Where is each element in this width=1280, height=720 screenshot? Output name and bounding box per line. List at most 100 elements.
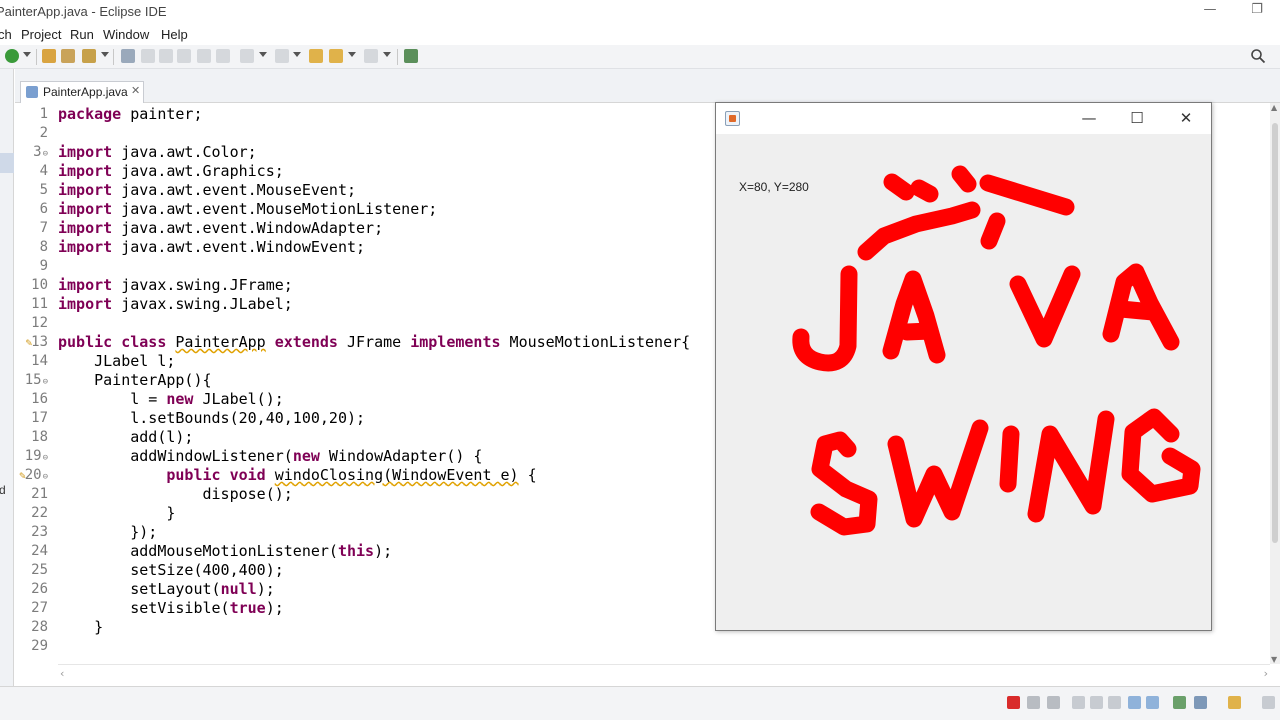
chevron-down-icon[interactable]: [259, 52, 267, 57]
scroll-lock-icon[interactable]: [1090, 696, 1103, 709]
code-text: import java.awt.event.MouseMotionListene…: [58, 200, 438, 218]
paint-stroke: [1112, 300, 1162, 321]
line-number: 18: [31, 429, 48, 445]
restore-button[interactable]: ❐: [1247, 2, 1267, 22]
line-number: 24: [31, 543, 48, 559]
menu-window[interactable]: Window: [103, 27, 149, 42]
edit-icon[interactable]: [141, 49, 155, 63]
open-folder-icon[interactable]: [42, 49, 56, 63]
last-edit-icon[interactable]: [309, 49, 323, 63]
paint-stroke: [883, 173, 915, 201]
code-text: addWindowListener(new WindowAdapter() {: [58, 447, 483, 465]
code-text: public void windoClosing(WindowEvent e) …: [166, 466, 537, 484]
forward-icon[interactable]: [364, 49, 378, 63]
main-toolbar: [0, 45, 1280, 69]
scroll-up-icon[interactable]: ▲: [1271, 103, 1277, 112]
toolbar-separator: [397, 49, 398, 65]
window-title: PainterApp.java - Eclipse IDE: [0, 4, 167, 19]
menu-search[interactable]: ch: [0, 27, 12, 42]
paint-stroke: [810, 431, 878, 536]
chevron-down-icon[interactable]: [383, 52, 391, 57]
remove-launch-icon[interactable]: [1027, 696, 1040, 709]
java-file-icon: [26, 86, 38, 98]
java-app-icon: [725, 111, 740, 126]
paint-stroke: [882, 270, 946, 364]
pin-console-icon[interactable]: [1173, 696, 1186, 709]
pin-icon[interactable]: [121, 49, 135, 63]
line-number: 9: [39, 258, 48, 274]
code-text: PainterApp(){: [58, 371, 212, 389]
chevron-down-icon[interactable]: [23, 52, 31, 57]
next-annotation-icon[interactable]: [240, 49, 254, 63]
display-console-icon[interactable]: [1194, 696, 1207, 709]
vertical-scrollbar[interactable]: ▲ ▼: [1270, 103, 1280, 664]
code-text: JLabel l;: [58, 352, 176, 370]
scroll-left-icon[interactable]: ‹: [60, 667, 64, 680]
line-number: 16: [31, 391, 48, 407]
line-number: 6: [39, 201, 48, 217]
remove-all-icon[interactable]: [1047, 696, 1060, 709]
minimize-button[interactable]: —: [1200, 2, 1220, 22]
line-number: 15⊖: [24, 372, 48, 388]
horizontal-scrollbar[interactable]: ‹ ›: [58, 664, 1270, 682]
line-number: 5: [39, 182, 48, 198]
line-number: 14: [31, 353, 48, 369]
show-stdout-icon[interactable]: [1128, 696, 1141, 709]
new-icon[interactable]: [5, 49, 19, 63]
painter-app-window[interactable]: — ☐ ✕ X=80, Y=280: [715, 102, 1212, 631]
close-icon[interactable]: ✕: [131, 84, 140, 97]
code-text: public class PainterApp extends JFrame i…: [58, 333, 691, 351]
console-toolbar: [0, 686, 1280, 720]
word-wrap-icon[interactable]: [1108, 696, 1121, 709]
clear-console-icon[interactable]: [1072, 696, 1085, 709]
chevron-down-icon[interactable]: [293, 52, 301, 57]
line-number: ✎20⊖: [19, 467, 48, 483]
code-text: l.setBounds(20,40,100,20);: [58, 409, 366, 427]
search-icon[interactable]: [1250, 48, 1266, 64]
chevron-down-icon[interactable]: [101, 52, 109, 57]
line-number: 3⊖: [33, 144, 48, 160]
pilcrow-icon[interactable]: [216, 49, 230, 63]
painter-minimize-button[interactable]: —: [1066, 106, 1112, 131]
show-stderr-icon[interactable]: [1146, 696, 1159, 709]
open-console-icon[interactable]: [1228, 696, 1241, 709]
line-number: 2: [39, 125, 48, 141]
minimize-view-icon[interactable]: [1262, 696, 1275, 709]
code-text: setVisible(true);: [58, 599, 284, 617]
scroll-down-icon[interactable]: ▼: [1271, 655, 1277, 664]
code-text: import java.awt.event.MouseEvent;: [58, 181, 357, 199]
tab-label: PainterApp.java: [43, 85, 128, 99]
back-icon[interactable]: [329, 49, 343, 63]
brush-icon[interactable]: [82, 49, 96, 63]
menu-help[interactable]: Help: [161, 27, 188, 42]
line-number: 27: [31, 600, 48, 616]
painter-title-bar[interactable]: — ☐ ✕: [716, 103, 1211, 134]
painter-maximize-button[interactable]: ☐: [1114, 106, 1160, 131]
toggle-icon[interactable]: [159, 49, 173, 63]
code-text: l = new JLabel();: [58, 390, 284, 408]
line-number: 23: [31, 524, 48, 540]
paint-canvas[interactable]: X=80, Y=280: [716, 134, 1211, 630]
paint-stroke: [887, 419, 989, 528]
open-type-icon[interactable]: [61, 49, 75, 63]
line-number: 10: [31, 277, 48, 293]
scroll-right-icon[interactable]: ›: [1264, 667, 1268, 680]
paint-stroke: [979, 174, 1075, 216]
mark-icon[interactable]: [177, 49, 191, 63]
line-number: 17: [31, 410, 48, 426]
prev-annotation-icon[interactable]: [275, 49, 289, 63]
minimized-view-marker[interactable]: [0, 153, 14, 173]
menu-run[interactable]: Run: [70, 27, 94, 42]
line-number: 12: [31, 315, 48, 331]
scroll-thumb[interactable]: [1272, 123, 1278, 543]
line-number: 8: [39, 239, 48, 255]
tab-painterapp-java[interactable]: PainterApp.java ✕: [20, 81, 144, 103]
painter-close-button[interactable]: ✕: [1163, 106, 1209, 131]
left-strip-text: d: [0, 483, 6, 497]
block-icon[interactable]: [197, 49, 211, 63]
code-text: }: [58, 504, 176, 522]
open-perspective-icon[interactable]: [404, 49, 418, 63]
terminate-icon[interactable]: [1007, 696, 1020, 709]
chevron-down-icon[interactable]: [348, 52, 356, 57]
menu-project[interactable]: Project: [21, 27, 61, 42]
